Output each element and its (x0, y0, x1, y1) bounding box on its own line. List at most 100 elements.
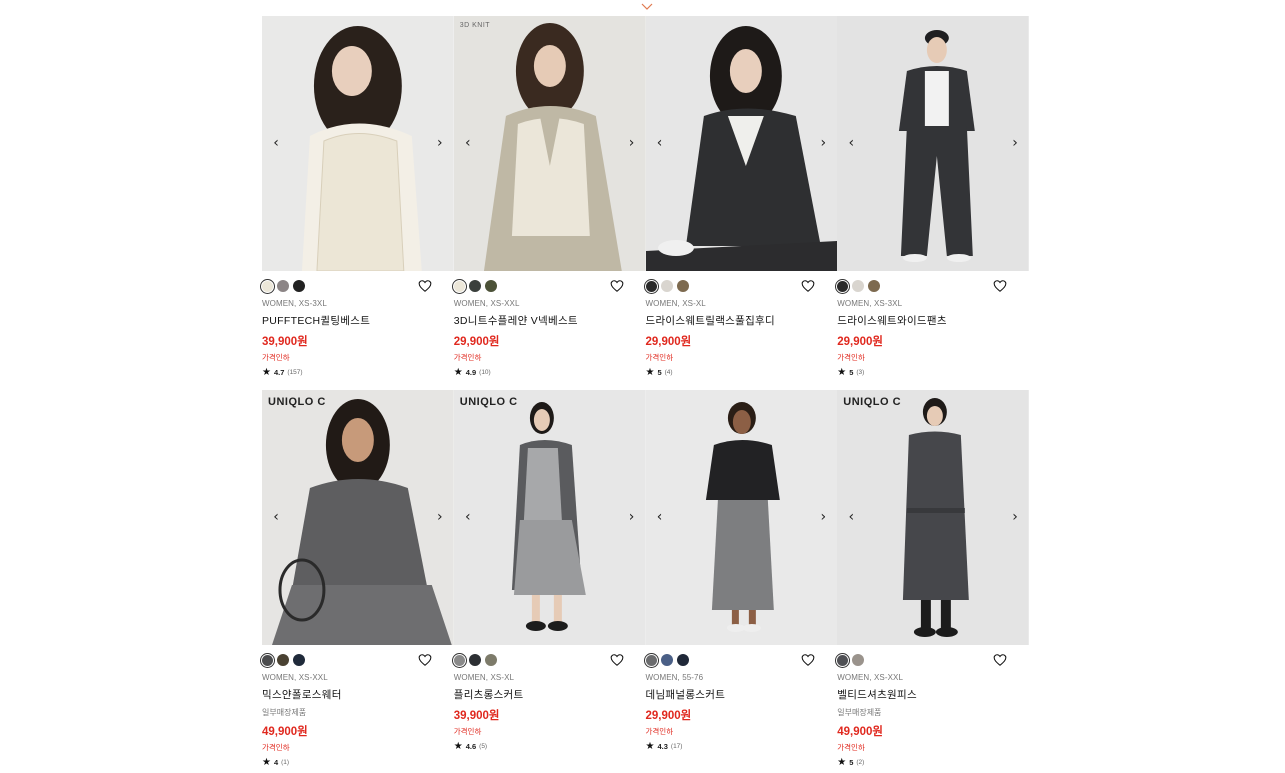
heart-outline-icon[interactable] (418, 653, 432, 667)
chevron-right-icon[interactable]: › (431, 134, 449, 152)
heart-outline-icon[interactable] (610, 653, 624, 667)
color-swatch[interactable] (277, 654, 289, 666)
product-rating: ★ 5 (2) (837, 757, 1029, 768)
chevron-left-icon[interactable]: ‹ (267, 134, 285, 152)
price-reduced-label: 가격인하 (453, 353, 482, 362)
color-swatch[interactable] (643, 278, 659, 294)
heart-outline-icon[interactable] (610, 279, 624, 293)
product-gender-size: WOMEN, XS-XXL (837, 673, 904, 682)
color-swatch[interactable] (468, 654, 481, 666)
review-count: (17) (670, 743, 683, 750)
product-image[interactable]: UNIQLO C ‹ › (262, 390, 454, 645)
product-name[interactable]: 드라이스웨트릴랙스풀집후디 (646, 313, 838, 328)
product-image[interactable]: ‹ › (262, 16, 454, 271)
chevron-left-icon[interactable]: ‹ (651, 508, 669, 526)
color-swatch[interactable] (835, 278, 851, 294)
color-swatch[interactable] (293, 654, 305, 666)
color-swatch[interactable] (643, 652, 659, 668)
product-name[interactable]: 플리츠롱스커트 (454, 687, 646, 702)
product-card[interactable]: ‹ › WOMEN, XS-3XL 드라이스웨트와이드팬츠 29,900원 가격… (835, 16, 1029, 390)
chevron-right-icon[interactable]: › (1006, 508, 1024, 526)
chevron-left-icon[interactable]: ‹ (842, 134, 860, 152)
product-rating: ★ 5 (3) (837, 367, 1029, 378)
chevron-right-icon[interactable]: › (814, 508, 832, 526)
color-swatch[interactable] (468, 280, 481, 292)
product-card[interactable]: UNIQLO C ‹ › WOMEN, XS-XXL 믹스얀폴로스웨터 일부매장… (260, 390, 454, 773)
chevron-down-icon[interactable] (640, 0, 654, 12)
color-swatch[interactable] (660, 654, 673, 666)
color-swatch[interactable] (868, 280, 881, 292)
product-gender-size: WOMEN, XS-XXL (262, 673, 328, 682)
chevron-left-icon[interactable]: ‹ (267, 508, 285, 526)
product-image[interactable]: ‹ › (645, 390, 838, 645)
chevron-right-icon[interactable]: › (623, 508, 641, 526)
chevron-left-icon[interactable]: ‹ (459, 134, 477, 152)
product-image[interactable]: 3D KNIT ‹ › (453, 16, 646, 271)
star-icon: ★ (837, 367, 847, 378)
review-count: (4) (664, 369, 673, 376)
product-card[interactable]: ‹ › WOMEN, 55-76 데님패널롱스커트 29,900원 가격인하 ★… (643, 390, 838, 773)
product-price: 49,900원 (262, 726, 308, 738)
rating-score: 5 (849, 758, 854, 767)
product-image[interactable]: UNIQLO C ‹ › (837, 390, 1029, 645)
product-image[interactable]: UNIQLO C ‹ › (453, 390, 646, 645)
heart-outline-icon[interactable] (993, 279, 1007, 293)
product-gender-size: WOMEN, XS-XXL (453, 299, 520, 308)
color-swatch[interactable] (676, 280, 689, 292)
product-badge: UNIQLO C (459, 396, 518, 408)
product-name[interactable]: 벨티드셔츠원피스 (837, 687, 1029, 702)
product-badge: 3D KNIT (459, 22, 491, 29)
product-card[interactable]: UNIQLO C ‹ › WOMEN, XS-XXL 벨티드셔츠원피스 일부매장… (835, 390, 1029, 773)
color-swatch[interactable] (852, 654, 865, 666)
product-price: 39,900원 (453, 710, 500, 722)
color-swatch[interactable] (852, 280, 865, 292)
product-card[interactable]: UNIQLO C ‹ › WOMEN, XS-XL 플리츠롱스커트 39,900… (451, 390, 646, 773)
review-count: (10) (479, 369, 491, 376)
rating-score: 5 (657, 368, 662, 377)
product-gender-size: WOMEN, XS-XL (645, 299, 706, 308)
product-name[interactable]: 드라이스웨트와이드팬츠 (837, 313, 1029, 328)
product-name[interactable]: 믹스얀폴로스웨터 (262, 687, 454, 702)
chevron-right-icon[interactable]: › (431, 508, 449, 526)
color-swatch[interactable] (293, 280, 305, 292)
product-price: 49,900원 (837, 726, 884, 738)
color-swatch[interactable] (277, 280, 289, 292)
chevron-left-icon[interactable]: ‹ (651, 134, 669, 152)
product-name[interactable]: 3D니트수플레얀 V넥베스트 (454, 313, 646, 328)
product-name[interactable]: 데님패널롱스커트 (646, 687, 838, 702)
product-note: 일부매장제품 (262, 708, 307, 717)
color-swatch[interactable] (484, 654, 497, 666)
product-photo (262, 16, 454, 271)
product-photo (837, 16, 1029, 271)
chevron-right-icon[interactable]: › (623, 134, 641, 152)
product-name[interactable]: PUFFTECH퀼팅베스트 (262, 313, 454, 328)
chevron-left-icon[interactable]: ‹ (459, 508, 477, 526)
heart-outline-icon[interactable] (801, 279, 815, 293)
color-swatch[interactable] (835, 652, 851, 668)
color-swatch[interactable] (676, 654, 689, 666)
product-card[interactable]: ‹ › WOMEN, XS-XL 드라이스웨트릴랙스풀집후디 29,900원 가… (643, 16, 838, 390)
rating-score: 5 (849, 368, 854, 377)
rating-score: 4.9 (465, 368, 477, 377)
color-swatch[interactable] (260, 652, 275, 668)
chevron-left-icon[interactable]: ‹ (842, 508, 860, 526)
chevron-right-icon[interactable]: › (1006, 134, 1024, 152)
color-swatch[interactable] (260, 278, 275, 294)
heart-outline-icon[interactable] (801, 653, 815, 667)
color-swatch[interactable] (451, 278, 467, 294)
heart-outline-icon[interactable] (418, 279, 432, 293)
heart-outline-icon[interactable] (993, 653, 1007, 667)
chevron-right-icon[interactable]: › (814, 134, 832, 152)
color-swatch[interactable] (484, 280, 497, 292)
product-card[interactable]: ‹ › WOMEN, XS-3XL PUFFTECH퀼팅베스트 39,900원 … (260, 16, 454, 390)
product-rating: ★ 4.3 (17) (646, 741, 838, 752)
product-image[interactable]: ‹ › (837, 16, 1029, 271)
review-count: (5) (479, 743, 488, 750)
rating-score: 4 (273, 758, 279, 767)
product-card[interactable]: 3D KNIT ‹ › WOMEN, XS-XXL 3D니트수플레얀 V넥베스트… (451, 16, 646, 390)
color-swatch[interactable] (451, 652, 467, 668)
product-badge: UNIQLO C (268, 396, 326, 408)
color-swatch[interactable] (660, 280, 673, 292)
product-image[interactable]: ‹ › (645, 16, 838, 271)
product-photo (645, 16, 838, 271)
